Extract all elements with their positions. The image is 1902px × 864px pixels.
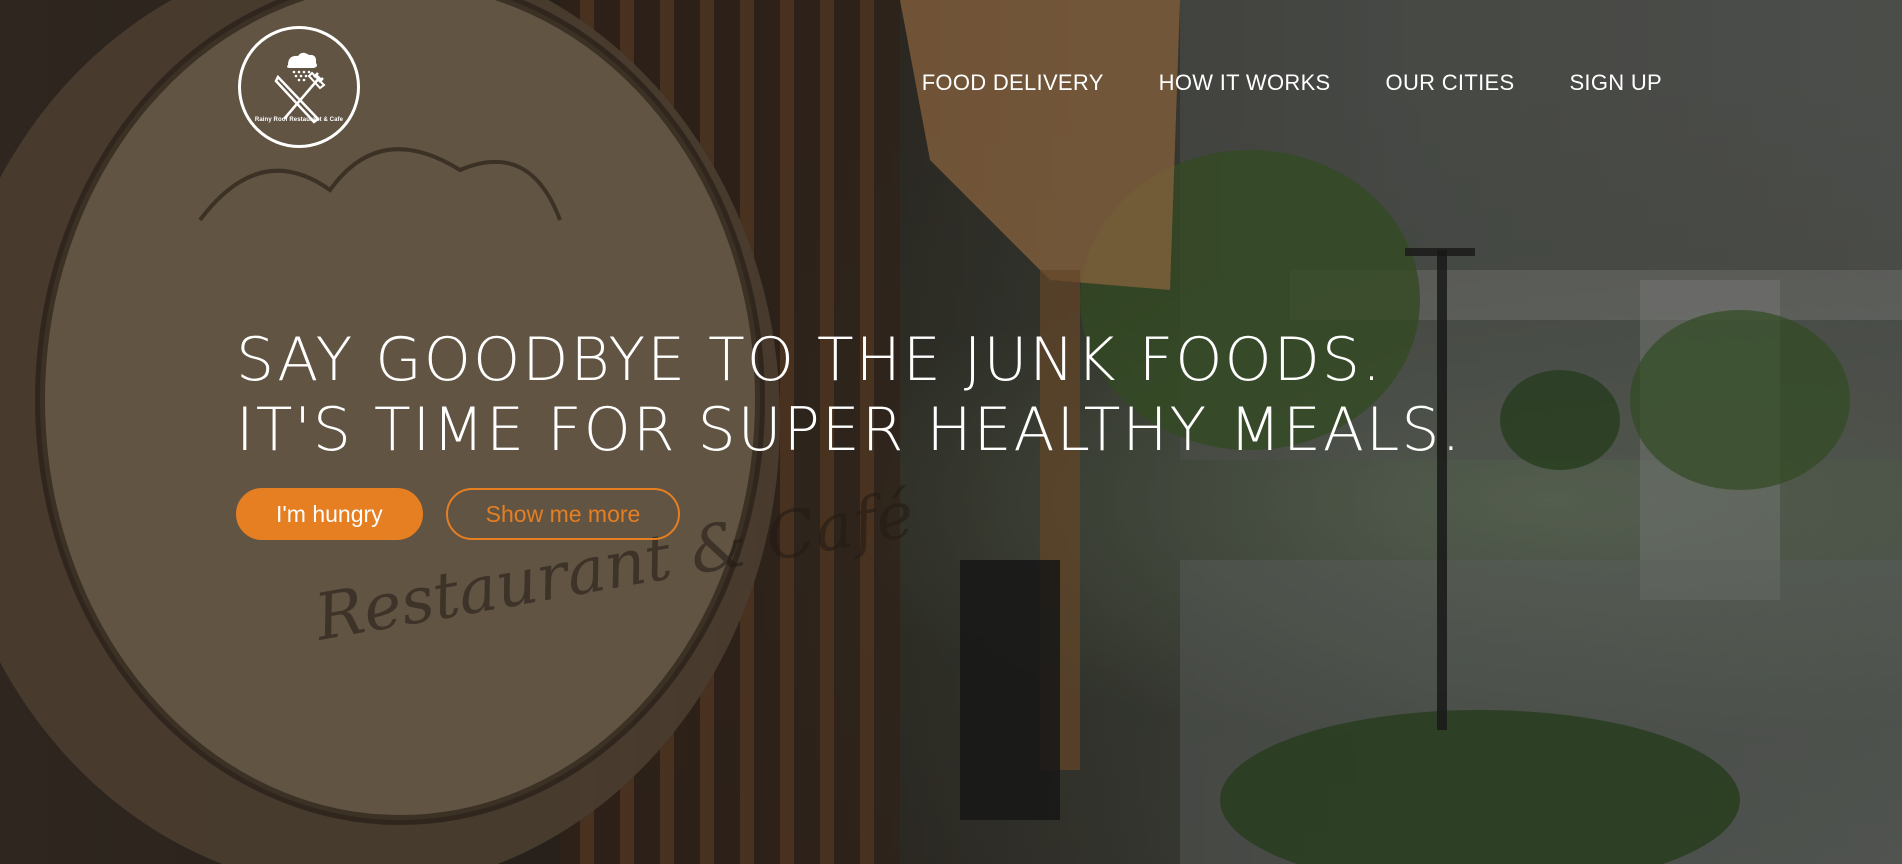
hero-buttons: I'm hungry Show me more <box>236 488 681 540</box>
headline-line-1: SAY GOODBYE TO THE JUNK FOODS. <box>236 325 1384 395</box>
logo-caption: Rainy Roof Restaurant & Cafe <box>254 117 344 123</box>
site-logo[interactable]: Rainy Roof Restaurant & Cafe <box>238 26 360 148</box>
show-me-more-button[interactable]: Show me more <box>445 488 681 540</box>
im-hungry-button[interactable]: I'm hungry <box>236 488 423 540</box>
nav-our-cities[interactable]: OUR CITIES <box>1386 70 1515 96</box>
nav-food-delivery[interactable]: FOOD DELIVERY <box>922 70 1104 96</box>
hero-section: Restaurant & Café Rainy Roof Restaurant … <box>0 0 1902 864</box>
nav-sign-up[interactable]: SIGN UP <box>1569 70 1662 96</box>
hero-headline: SAY GOODBYE TO THE JUNK FOODS. IT'S TIME… <box>236 325 1463 465</box>
headline-line-2: IT'S TIME FOR SUPER HEALTHY MEALS. <box>236 395 1463 465</box>
nav-how-it-works[interactable]: HOW IT WORKS <box>1159 70 1331 96</box>
fork-knife-cloud-icon <box>274 52 326 124</box>
main-nav: FOOD DELIVERY HOW IT WORKS OUR CITIES SI… <box>922 70 1662 96</box>
